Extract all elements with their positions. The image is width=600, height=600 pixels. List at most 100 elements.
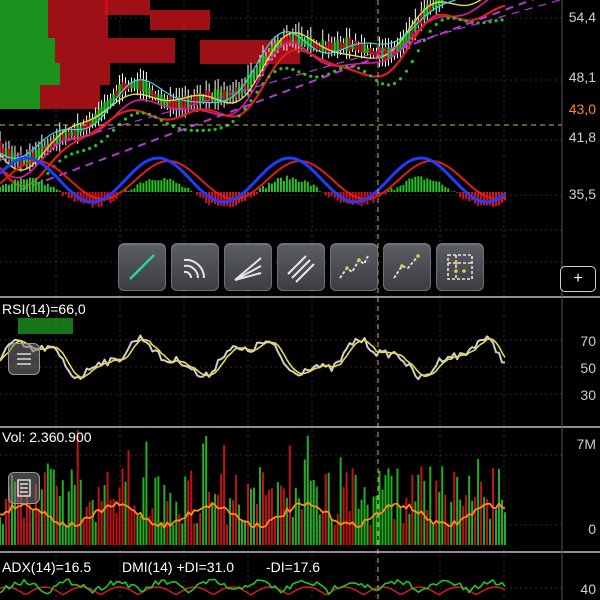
price-candle xyxy=(148,87,151,95)
macd-histogram-bar xyxy=(303,180,306,192)
volume-bar xyxy=(4,498,7,545)
volume-profile-bar xyxy=(0,85,40,109)
volume-bar xyxy=(220,473,223,545)
price-candle xyxy=(133,82,136,89)
chart-canvas[interactable] xyxy=(0,0,600,600)
volume-settings-button[interactable] xyxy=(8,472,40,504)
grid-icon xyxy=(447,254,473,280)
parabolic-sar-dot xyxy=(458,17,462,22)
fibonacci-fan-tool-button[interactable] xyxy=(224,243,272,291)
parabolic-sar-dot xyxy=(345,65,349,69)
price-candle xyxy=(222,89,226,102)
macd-histogram-bar xyxy=(330,192,333,197)
volume-bar xyxy=(498,469,501,545)
volume-bar xyxy=(438,492,441,545)
volume-bar xyxy=(250,488,253,545)
price-candle xyxy=(258,61,262,72)
macd-histogram-bar xyxy=(136,184,139,192)
volume-bar xyxy=(306,435,309,545)
volume-bar xyxy=(94,521,97,545)
rsi-settings-button[interactable] xyxy=(8,343,40,375)
volume-bar xyxy=(393,519,396,545)
parabolic-sar-dot xyxy=(273,70,277,74)
parabolic-sar-dot xyxy=(309,74,313,78)
parabolic-sar-dot xyxy=(380,82,385,86)
fibonacci-arc-tool-button[interactable] xyxy=(171,243,219,291)
volume-bar xyxy=(408,513,411,545)
parabolic-sar-dot xyxy=(123,117,128,121)
volume-bar xyxy=(312,479,315,545)
macd-histogram-bar xyxy=(288,179,291,192)
macd-histogram-bar xyxy=(145,180,148,192)
price-candle xyxy=(151,90,154,97)
parabolic-sar-dot xyxy=(207,128,211,132)
macd-histogram-bar xyxy=(300,182,303,192)
volume-bar xyxy=(453,471,456,545)
macd-line xyxy=(0,156,506,204)
volume-bar xyxy=(172,524,175,545)
trendline-tool-button[interactable] xyxy=(118,243,166,291)
parabolic-sar-dot xyxy=(362,69,367,74)
pitchfork-tool-button[interactable] xyxy=(383,243,431,291)
price-candle xyxy=(384,47,387,60)
macd-histogram-bar xyxy=(417,176,420,192)
parabolic-sar-dot xyxy=(452,16,456,20)
volume-bar xyxy=(420,466,423,545)
macd-histogram-bar xyxy=(276,178,279,192)
macd-histogram-bar xyxy=(297,181,300,192)
macd-histogram-bar xyxy=(270,183,273,192)
macd-histogram-bar xyxy=(309,185,312,192)
volume-bar xyxy=(76,430,79,545)
volume-bar xyxy=(40,489,43,545)
volume-bar xyxy=(43,472,46,545)
price-candle xyxy=(163,98,166,105)
rsi-axis-label: 70 xyxy=(580,333,596,349)
parallel-channel-tool-button[interactable] xyxy=(277,243,325,291)
volume-bar xyxy=(136,515,139,545)
volume-bar xyxy=(405,497,408,545)
volume-bar xyxy=(127,450,130,545)
adx-title: ADX(14)=16.5 xyxy=(2,559,92,575)
volume-bar xyxy=(85,506,88,545)
volume-bar xyxy=(381,489,384,545)
macd-histogram-bar xyxy=(456,192,459,193)
volume-bar xyxy=(202,443,205,545)
volume-bar xyxy=(276,482,279,545)
parabolic-sar-dot xyxy=(70,152,74,156)
volume-profile-bar xyxy=(60,63,110,85)
price-candle xyxy=(136,79,139,90)
minus-di-line xyxy=(0,586,506,596)
macd-histogram-bar xyxy=(178,183,181,192)
volume-bar xyxy=(169,492,172,545)
volume-bar xyxy=(226,524,229,545)
parabolic-sar-dot xyxy=(356,66,361,70)
volume-bar xyxy=(486,498,489,545)
fibonacci-fan-icon xyxy=(234,257,262,281)
macd-histogram-bar xyxy=(166,179,169,192)
parabolic-sar-dot xyxy=(297,70,301,74)
macd-histogram-bar xyxy=(67,192,70,199)
parabolic-sar-dot xyxy=(105,134,110,138)
parabolic-sar-dot xyxy=(219,126,223,130)
volume-bar xyxy=(291,517,294,545)
volume-ma-line xyxy=(0,501,506,529)
volume-bar xyxy=(64,524,67,545)
price-candle xyxy=(345,37,348,52)
volume-bar xyxy=(100,500,103,545)
price-candle xyxy=(357,45,360,50)
price-candle xyxy=(252,72,256,79)
macd-histogram-bar xyxy=(175,182,178,192)
volume-bar xyxy=(196,523,199,545)
grid-tool-button[interactable] xyxy=(436,243,484,291)
macd-histogram-bar xyxy=(223,192,226,207)
macd-histogram-bar xyxy=(462,192,465,200)
add-indicator-button[interactable]: + xyxy=(560,266,596,292)
macd-histogram-bar xyxy=(49,186,52,192)
macd-histogram-bar xyxy=(28,177,31,192)
volume-bar xyxy=(67,491,70,545)
volume-bar xyxy=(399,506,402,545)
parabolic-sar-dot xyxy=(147,112,152,116)
elliott-wave-tool-button[interactable] xyxy=(330,243,378,291)
parabolic-sar-dot xyxy=(141,111,146,115)
volume-bar xyxy=(315,486,318,545)
